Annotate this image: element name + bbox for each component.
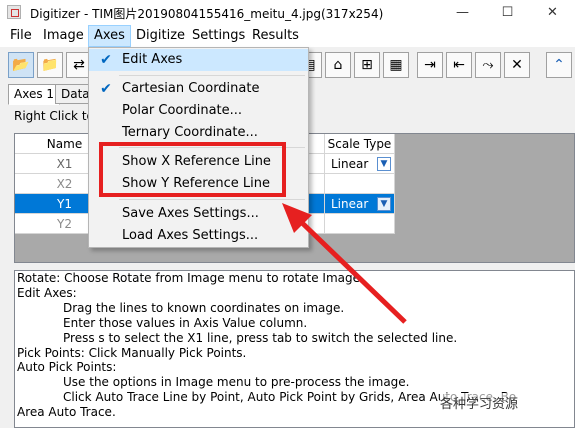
annotation-arrow-icon	[282, 203, 407, 324]
watermark: 各种学习资源	[440, 393, 519, 412]
